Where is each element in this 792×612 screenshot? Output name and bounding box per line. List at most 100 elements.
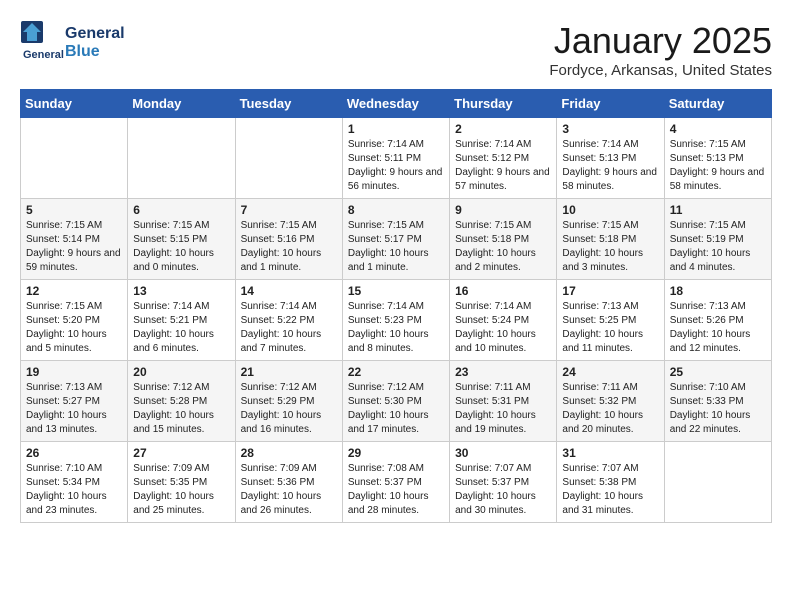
calendar-table: SundayMondayTuesdayWednesdayThursdayFrid…: [20, 89, 772, 523]
day-info: Sunrise: 7:14 AM Sunset: 5:23 PM Dayligh…: [348, 300, 444, 356]
calendar-cell: 16 Sunrise: 7:14 AM Sunset: 5:24 PM Dayli…: [450, 280, 557, 361]
day-number: 18: [670, 284, 766, 298]
calendar-cell: 12 Sunrise: 7:15 AM Sunset: 5:20 PM Dayli…: [21, 280, 128, 361]
calendar-cell: 17 Sunrise: 7:13 AM Sunset: 5:25 PM Dayli…: [557, 280, 664, 361]
day-number: 12: [26, 284, 122, 298]
day-info: Sunrise: 7:09 AM Sunset: 5:36 PM Dayligh…: [241, 462, 337, 518]
day-number: 22: [348, 365, 444, 379]
day-number: 8: [348, 203, 444, 217]
calendar-cell: 9 Sunrise: 7:15 AM Sunset: 5:18 PM Daylig…: [450, 199, 557, 280]
logo-blue-text: Blue: [65, 43, 125, 61]
calendar-cell: 24Sunrise: 7:11 AM Sunset: 5:32 PM Dayli…: [557, 361, 664, 442]
calendar-week-row: 19 Sunrise: 7:13 AM Sunset: 5:27 PM Dayli…: [21, 361, 772, 442]
day-number: 15: [348, 284, 444, 298]
day-info: Sunrise: 7:14 AM Sunset: 5:21 PM Dayligh…: [133, 300, 229, 356]
day-info: Sunrise: 7:14 AM Sunset: 5:24 PM Dayligh…: [455, 300, 551, 356]
day-info: Sunrise: 7:15 AM Sunset: 5:15 PM Dayligh…: [133, 219, 229, 275]
day-info: Sunrise: 7:13 AM Sunset: 5:27 PM Dayligh…: [26, 381, 122, 437]
calendar-week-row: 5 Sunrise: 7:15 AM Sunset: 5:14 PM Daylig…: [21, 199, 772, 280]
day-number: 4: [670, 122, 766, 136]
day-number: 16: [455, 284, 551, 298]
logo-general-text: General: [65, 25, 125, 43]
calendar-week-row: 12 Sunrise: 7:15 AM Sunset: 5:20 PM Dayli…: [21, 280, 772, 361]
day-number: 2: [455, 122, 551, 136]
calendar-cell: 4 Sunrise: 7:15 AM Sunset: 5:13 PM Daylig…: [664, 118, 771, 199]
calendar-cell: 13 Sunrise: 7:14 AM Sunset: 5:21 PM Dayli…: [128, 280, 235, 361]
day-info: Sunrise: 7:15 AM Sunset: 5:14 PM Dayligh…: [26, 219, 122, 275]
day-info: Sunrise: 7:07 AM Sunset: 5:37 PM Dayligh…: [455, 462, 551, 518]
day-info: Sunrise: 7:12 AM Sunset: 5:29 PM Dayligh…: [241, 381, 337, 437]
calendar-cell: 23Sunrise: 7:11 AM Sunset: 5:31 PM Dayli…: [450, 361, 557, 442]
day-info: Sunrise: 7:15 AM Sunset: 5:18 PM Dayligh…: [562, 219, 658, 275]
day-number: 19: [26, 365, 122, 379]
calendar-cell: 20 Sunrise: 7:12 AM Sunset: 5:28 PM Dayli…: [128, 361, 235, 442]
calendar-cell: 14Sunrise: 7:14 AM Sunset: 5:22 PM Dayli…: [235, 280, 342, 361]
day-number: 13: [133, 284, 229, 298]
day-info: Sunrise: 7:15 AM Sunset: 5:20 PM Dayligh…: [26, 300, 122, 356]
day-info: Sunrise: 7:10 AM Sunset: 5:33 PM Dayligh…: [670, 381, 766, 437]
calendar-title: January 2025: [549, 20, 772, 62]
day-number: 27: [133, 446, 229, 460]
calendar-cell: 31Sunrise: 7:07 AM Sunset: 5:38 PM Dayli…: [557, 442, 664, 523]
day-info: Sunrise: 7:12 AM Sunset: 5:28 PM Dayligh…: [133, 381, 229, 437]
day-number: 17: [562, 284, 658, 298]
column-header-thursday: Thursday: [450, 90, 557, 118]
calendar-cell: 3 Sunrise: 7:14 AM Sunset: 5:13 PM Daylig…: [557, 118, 664, 199]
calendar-cell: 2 Sunrise: 7:14 AM Sunset: 5:12 PM Daylig…: [450, 118, 557, 199]
column-header-friday: Friday: [557, 90, 664, 118]
calendar-cell: 19 Sunrise: 7:13 AM Sunset: 5:27 PM Dayli…: [21, 361, 128, 442]
day-info: Sunrise: 7:08 AM Sunset: 5:37 PM Dayligh…: [348, 462, 444, 518]
day-number: 6: [133, 203, 229, 217]
day-info: Sunrise: 7:14 AM Sunset: 5:13 PM Dayligh…: [562, 138, 658, 194]
logo: General Blue General Blue: [20, 20, 125, 65]
calendar-subtitle: Fordyce, Arkansas, United States: [549, 62, 772, 79]
calendar-cell: 15 Sunrise: 7:14 AM Sunset: 5:23 PM Dayli…: [342, 280, 449, 361]
column-header-tuesday: Tuesday: [235, 90, 342, 118]
calendar-cell: 22Sunrise: 7:12 AM Sunset: 5:30 PM Dayli…: [342, 361, 449, 442]
day-info: Sunrise: 7:15 AM Sunset: 5:13 PM Dayligh…: [670, 138, 766, 194]
day-number: 21: [241, 365, 337, 379]
calendar-cell: 6 Sunrise: 7:15 AM Sunset: 5:15 PM Daylig…: [128, 199, 235, 280]
day-number: 1: [348, 122, 444, 136]
day-info: Sunrise: 7:14 AM Sunset: 5:22 PM Dayligh…: [241, 300, 337, 356]
day-info: Sunrise: 7:09 AM Sunset: 5:35 PM Dayligh…: [133, 462, 229, 518]
day-info: Sunrise: 7:07 AM Sunset: 5:38 PM Dayligh…: [562, 462, 658, 518]
calendar-cell: 5 Sunrise: 7:15 AM Sunset: 5:14 PM Daylig…: [21, 199, 128, 280]
calendar-cell: 30 Sunrise: 7:07 AM Sunset: 5:37 PM Dayli…: [450, 442, 557, 523]
day-number: 24: [562, 365, 658, 379]
day-number: 20: [133, 365, 229, 379]
calendar-cell: [664, 442, 771, 523]
day-info: Sunrise: 7:15 AM Sunset: 5:17 PM Dayligh…: [348, 219, 444, 275]
calendar-cell: [235, 118, 342, 199]
day-number: 7: [241, 203, 337, 217]
day-info: Sunrise: 7:15 AM Sunset: 5:18 PM Dayligh…: [455, 219, 551, 275]
day-number: 30: [455, 446, 551, 460]
calendar-cell: [21, 118, 128, 199]
day-number: 9: [455, 203, 551, 217]
day-info: Sunrise: 7:15 AM Sunset: 5:16 PM Dayligh…: [241, 219, 337, 275]
calendar-cell: 26Sunrise: 7:10 AM Sunset: 5:34 PM Dayli…: [21, 442, 128, 523]
page-header: General Blue General Blue January 2025 F…: [20, 20, 772, 79]
calendar-cell: [128, 118, 235, 199]
logo-svg: General Blue: [20, 20, 70, 65]
day-info: Sunrise: 7:14 AM Sunset: 5:12 PM Dayligh…: [455, 138, 551, 194]
day-number: 11: [670, 203, 766, 217]
day-number: 25: [670, 365, 766, 379]
day-number: 5: [26, 203, 122, 217]
column-header-sunday: Sunday: [21, 90, 128, 118]
calendar-week-row: 1 Sunrise: 7:14 AM Sunset: 5:11 PM Daylig…: [21, 118, 772, 199]
column-header-monday: Monday: [128, 90, 235, 118]
day-info: Sunrise: 7:13 AM Sunset: 5:25 PM Dayligh…: [562, 300, 658, 356]
column-header-saturday: Saturday: [664, 90, 771, 118]
day-info: Sunrise: 7:13 AM Sunset: 5:26 PM Dayligh…: [670, 300, 766, 356]
calendar-week-row: 26Sunrise: 7:10 AM Sunset: 5:34 PM Dayli…: [21, 442, 772, 523]
calendar-cell: 7 Sunrise: 7:15 AM Sunset: 5:16 PM Daylig…: [235, 199, 342, 280]
day-number: 26: [26, 446, 122, 460]
column-header-wednesday: Wednesday: [342, 90, 449, 118]
day-info: Sunrise: 7:11 AM Sunset: 5:31 PM Dayligh…: [455, 381, 551, 437]
day-info: Sunrise: 7:14 AM Sunset: 5:11 PM Dayligh…: [348, 138, 444, 194]
calendar-cell: 21 Sunrise: 7:12 AM Sunset: 5:29 PM Dayli…: [235, 361, 342, 442]
day-number: 3: [562, 122, 658, 136]
calendar-cell: 10Sunrise: 7:15 AM Sunset: 5:18 PM Dayli…: [557, 199, 664, 280]
calendar-cell: 29Sunrise: 7:08 AM Sunset: 5:37 PM Dayli…: [342, 442, 449, 523]
